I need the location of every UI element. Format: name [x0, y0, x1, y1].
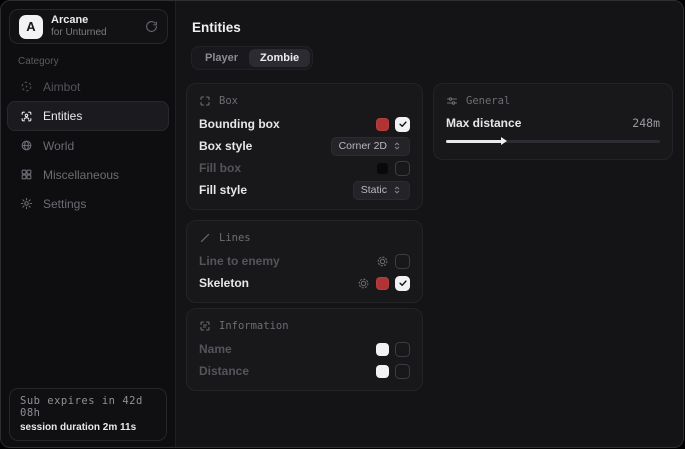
sliders-icon	[446, 95, 458, 107]
check-icon	[398, 119, 408, 129]
main-panel: Entities Player Zombie Box Bounding box	[177, 1, 683, 447]
person-scan-icon	[20, 110, 33, 123]
grid-icon	[20, 168, 33, 181]
sidebar-item-settings[interactable]: Settings	[7, 189, 169, 218]
app-window: A Arcane for Unturned Category Aimbot	[0, 0, 684, 448]
entity-tabs: Player Zombie	[191, 46, 313, 70]
lines-card-title: Lines	[219, 232, 251, 244]
sidebar-item-label: Aimbot	[43, 80, 80, 94]
app-brand-card[interactable]: A Arcane for Unturned	[9, 9, 168, 44]
refresh-icon[interactable]	[145, 20, 158, 33]
distance-label: Distance	[199, 364, 376, 378]
information-card-title: Information	[219, 320, 289, 332]
fill-style-dropdown[interactable]: Static	[353, 181, 410, 200]
box-style-value: Corner 2D	[339, 140, 387, 152]
skeleton-settings-gear-icon[interactable]	[357, 277, 370, 290]
line-icon	[199, 232, 211, 244]
fill-style-row: Fill style Static	[199, 179, 410, 201]
box-style-label: Box style	[199, 139, 331, 153]
chevrons-up-down-icon	[392, 185, 402, 195]
skeleton-checkbox[interactable]	[395, 276, 410, 291]
skeleton-row: Skeleton	[199, 272, 410, 294]
sidebar: A Arcane for Unturned Category Aimbot	[1, 1, 176, 447]
sidebar-item-label: Miscellaneous	[43, 168, 119, 182]
scan-box-icon	[199, 95, 211, 107]
name-row: Name	[199, 338, 410, 360]
distance-checkbox[interactable]	[395, 364, 410, 379]
fill-box-color-swatch[interactable]	[376, 162, 389, 175]
box-card-title: Box	[219, 95, 238, 107]
max-distance-row: Max distance 248m	[446, 113, 660, 133]
general-card-header: General	[446, 92, 660, 110]
box-card: Box Bounding box Box style Corner 2D	[186, 83, 423, 210]
subscription-info-box: Sub expires in 42d 08h session duration …	[9, 388, 167, 441]
gear-icon	[20, 197, 33, 210]
distance-row: Distance	[199, 360, 410, 382]
fill-box-label: Fill box	[199, 161, 376, 175]
sidebar-item-label: Entities	[43, 109, 82, 123]
session-duration-text: session duration 2m 11s	[20, 422, 156, 433]
sidebar-item-label: Settings	[43, 197, 86, 211]
distance-color-swatch[interactable]	[376, 365, 389, 378]
app-logo: A	[19, 15, 43, 39]
sidebar-nav: Aimbot Entities World	[1, 72, 175, 218]
sub-expiry-text: Sub expires in 42d 08h	[20, 395, 156, 419]
chevrons-up-down-icon	[392, 141, 402, 151]
skeleton-color-swatch[interactable]	[376, 277, 389, 290]
fill-style-value: Static	[361, 184, 387, 196]
information-card-header: Information	[199, 317, 410, 335]
fill-style-label: Fill style	[199, 183, 353, 197]
scan-text-icon	[199, 320, 211, 332]
sidebar-item-entities[interactable]: Entities	[7, 101, 169, 131]
fill-box-checkbox[interactable]	[395, 161, 410, 176]
general-card-title: General	[466, 95, 510, 107]
max-distance-label: Max distance	[446, 116, 632, 130]
box-style-row: Box style Corner 2D	[199, 135, 410, 157]
general-card: General Max distance 248m	[433, 83, 673, 160]
line-to-enemy-label: Line to enemy	[199, 254, 376, 268]
sidebar-item-miscellaneous[interactable]: Miscellaneous	[7, 160, 169, 189]
tab-player[interactable]: Player	[194, 49, 249, 67]
category-label: Category	[18, 56, 59, 67]
name-color-swatch[interactable]	[376, 343, 389, 356]
bounding-box-color-swatch[interactable]	[376, 118, 389, 131]
lines-card-header: Lines	[199, 229, 410, 247]
check-icon	[398, 278, 408, 288]
app-brand-text: Arcane for Unturned	[51, 14, 107, 40]
bounding-box-label: Bounding box	[199, 117, 376, 131]
line-to-enemy-row: Line to enemy	[199, 250, 410, 272]
tab-zombie[interactable]: Zombie	[249, 49, 310, 67]
line-to-enemy-checkbox[interactable]	[395, 254, 410, 269]
slider-thumb[interactable]	[501, 137, 507, 145]
name-label: Name	[199, 342, 376, 356]
sidebar-item-label: World	[43, 139, 74, 153]
globe-icon	[20, 139, 33, 152]
app-subtitle: for Unturned	[51, 27, 107, 39]
box-card-header: Box	[199, 92, 410, 110]
lines-card: Lines Line to enemy Skeleton	[186, 220, 423, 303]
crosshair-icon	[20, 80, 33, 93]
sidebar-item-aimbot[interactable]: Aimbot	[7, 72, 169, 101]
max-distance-slider[interactable]	[446, 135, 660, 147]
fill-box-row: Fill box	[199, 157, 410, 179]
app-name: Arcane	[51, 14, 107, 28]
line-settings-gear-icon[interactable]	[376, 255, 389, 268]
sidebar-item-world[interactable]: World	[7, 131, 169, 160]
max-distance-value: 248m	[632, 116, 660, 130]
bounding-box-checkbox[interactable]	[395, 117, 410, 132]
slider-fill	[446, 140, 502, 143]
skeleton-label: Skeleton	[199, 276, 357, 290]
information-card: Information Name Distance	[186, 308, 423, 391]
name-checkbox[interactable]	[395, 342, 410, 357]
bounding-box-row: Bounding box	[199, 113, 410, 135]
box-style-dropdown[interactable]: Corner 2D	[331, 137, 410, 156]
page-title: Entities	[192, 20, 241, 35]
